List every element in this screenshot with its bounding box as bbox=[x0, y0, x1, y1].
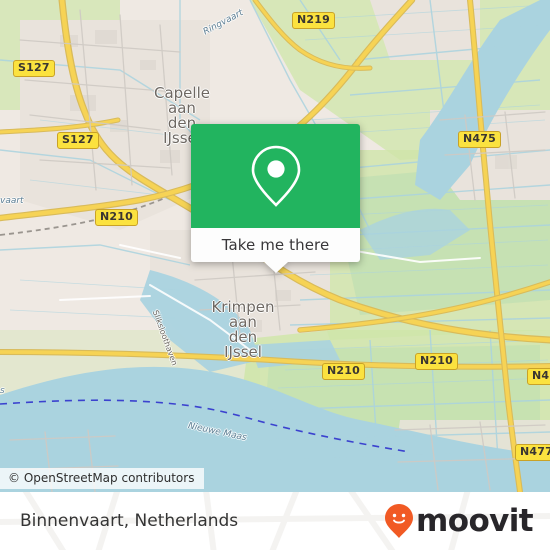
moovit-wordmark: moovit bbox=[416, 502, 534, 539]
moovit-logo[interactable]: moovit bbox=[384, 502, 534, 539]
location-popup[interactable]: Take me there bbox=[191, 124, 360, 273]
take-me-there-button[interactable]: Take me there bbox=[191, 228, 360, 262]
highway-shield: N219 bbox=[292, 12, 335, 29]
highway-shield: S127 bbox=[13, 60, 55, 77]
moovit-location-card: S127 S127 N219 N475 N210 N210 N210 N477 … bbox=[0, 0, 550, 550]
highway-shield: N475 bbox=[458, 131, 501, 148]
highway-shield: S127 bbox=[57, 132, 99, 149]
highway-shield: N477 bbox=[515, 444, 550, 461]
map-pin-icon bbox=[251, 145, 300, 207]
footer-bar: Binnenvaart, Netherlands moovit bbox=[0, 492, 550, 550]
popup-pointer bbox=[263, 262, 288, 273]
highway-shield: N210 bbox=[95, 209, 138, 226]
map-canvas[interactable]: S127 S127 N219 N475 N210 N210 N210 N477 … bbox=[0, 0, 550, 492]
highway-shield: N210 bbox=[415, 353, 458, 370]
highway-shield: N477 bbox=[527, 368, 550, 385]
osm-attribution[interactable]: © OpenStreetMap contributors bbox=[0, 468, 205, 489]
popup-header bbox=[191, 124, 360, 228]
moovit-smiley-pin-icon bbox=[385, 504, 414, 538]
place-name-label: Binnenvaart, Netherlands bbox=[20, 511, 239, 531]
highway-shield: N210 bbox=[322, 363, 365, 380]
